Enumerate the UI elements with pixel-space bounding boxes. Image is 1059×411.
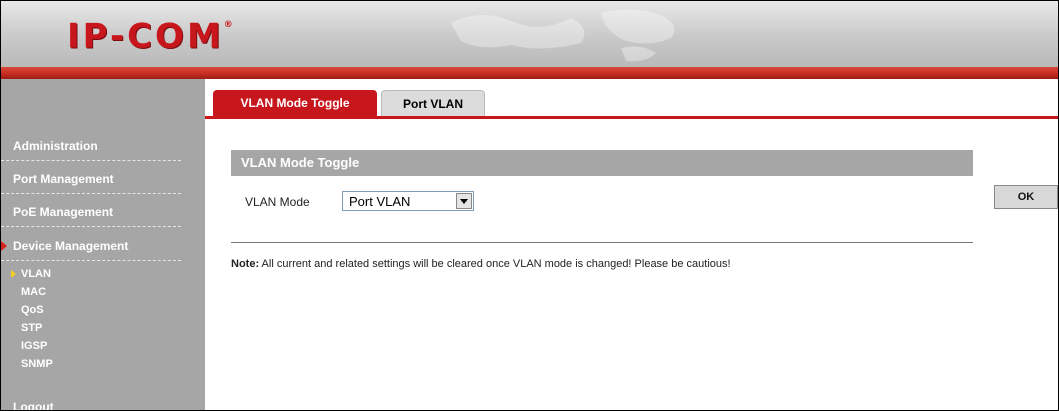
sidebar-item-label: Administration [13,139,98,153]
logo-text: IP-COM [67,16,224,57]
vlan-mode-select[interactable]: Port VLAN [342,191,474,211]
note-label: Note: [231,258,260,270]
divider [231,242,973,243]
sidebar-item-port-management[interactable]: Port Management [1,164,181,194]
sidebar-subitem-vlan[interactable]: VLAN [21,266,51,282]
sidebar-subitem-mac[interactable]: MAC [21,284,46,300]
vlan-mode-label: VLAN Mode [245,195,310,209]
active-subitem-arrow-icon [11,270,16,278]
sidebar: Administration Port Management PoE Manag… [1,79,205,411]
app-window: IP-COM® Administration Port Management P… [0,0,1059,411]
sidebar-subitem-stp[interactable]: STP [21,320,42,336]
tab-port-vlan[interactable]: Port VLAN [381,90,485,117]
sidebar-item-label: Port Management [13,172,114,186]
sidebar-item-logout[interactable]: Logout [1,392,181,411]
note-text: All current and related settings will be… [259,258,731,270]
section-title: VLAN Mode Toggle [241,155,360,170]
world-map-graphic [451,9,675,62]
dropdown-arrow-icon[interactable] [456,193,472,209]
tab-underline [205,116,1058,119]
sidebar-subitem-qos[interactable]: QoS [21,302,44,318]
sidebar-subitem-igsp[interactable]: IGSP [21,338,47,354]
sidebar-item-label: PoE Management [13,205,114,219]
vlan-mode-selected-value: Port VLAN [349,194,411,209]
active-arrow-icon [1,241,7,251]
header-red-bar [1,67,1058,79]
ip-com-logo: IP-COM® [67,13,233,56]
sidebar-item-label: Device Management [13,239,129,253]
sidebar-item-label: Logout [13,400,54,411]
warning-note: Note: All current and related settings w… [231,258,731,270]
sidebar-item-poe-management[interactable]: PoE Management [1,197,181,227]
ok-button[interactable]: OK [994,185,1058,209]
sidebar-item-device-management[interactable]: Device Management [1,231,181,261]
header: IP-COM® [1,1,1058,67]
sidebar-item-administration[interactable]: Administration [1,131,181,161]
sidebar-subitem-snmp[interactable]: SNMP [21,356,53,372]
tab-vlan-mode-toggle[interactable]: VLAN Mode Toggle [213,90,377,117]
registered-mark: ® [223,20,233,30]
